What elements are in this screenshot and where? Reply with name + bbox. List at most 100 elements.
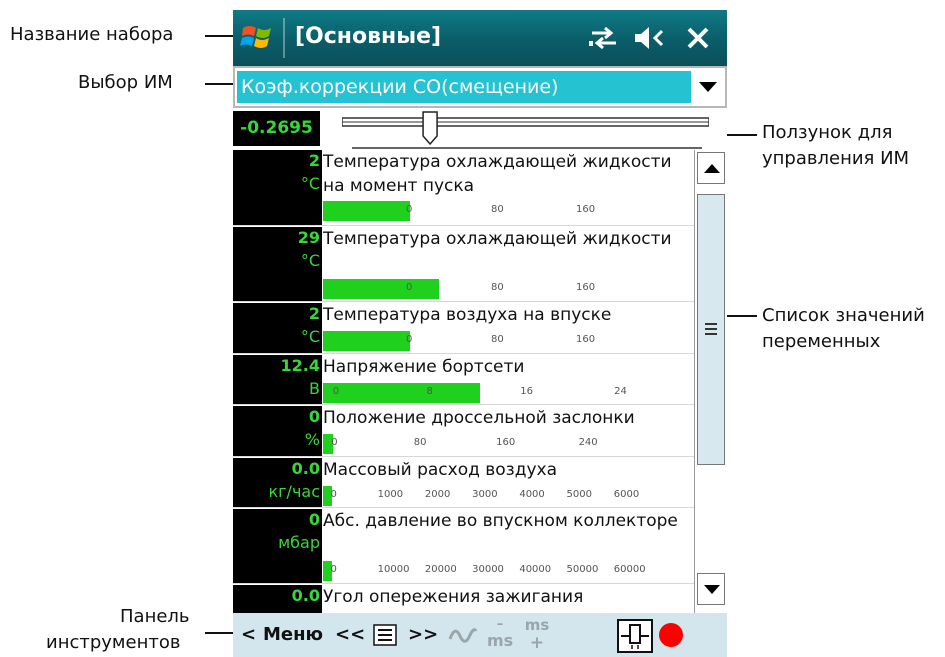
im-selector-value: Коэф.коррекции CO(смещение) bbox=[237, 71, 691, 103]
parameter-row[interactable]: 0 мбар Абс. давление во впускном коллектор… bbox=[233, 509, 694, 584]
title-separator bbox=[283, 18, 285, 58]
parameter-unit: % bbox=[304, 430, 320, 449]
gauge-tick-label: 40000 bbox=[519, 564, 552, 575]
grip-icon bbox=[705, 328, 717, 330]
parameter-name: Температура охлаждающей жидкости на моме… bbox=[323, 152, 672, 196]
prev-button[interactable]: << bbox=[335, 620, 365, 650]
gauge-tick-label: 3000 bbox=[472, 489, 498, 500]
parameter-unit: мбар bbox=[278, 533, 320, 552]
callout-toolbar-line1: Панель bbox=[120, 606, 190, 627]
parameter-value-cell: 0 мбар bbox=[233, 509, 322, 583]
parameter-gauge: 0 10000 20000 30000 40000 50000 60000 bbox=[323, 561, 693, 581]
parameter-value: 29 bbox=[297, 228, 320, 247]
callout-slider-line1: Ползунок для bbox=[762, 122, 893, 143]
parameter-row[interactable]: 0% Положение дроссельной заслонки 0 80 160 24… bbox=[233, 406, 694, 457]
parameter-name: Положение дроссельной заслонки bbox=[323, 408, 635, 428]
speaker-muted-icon[interactable] bbox=[633, 24, 665, 52]
gauge-tick-label: 16 bbox=[520, 386, 534, 397]
parameter-name: Напряжение бортсети bbox=[323, 357, 525, 377]
parameter-value-cell: 29 °C bbox=[233, 227, 322, 301]
callout-slider-line2: управления ИМ bbox=[762, 148, 910, 169]
ms-minus-bottom: ms bbox=[487, 631, 514, 650]
parameter-name: Массовый расход воздуха bbox=[323, 460, 557, 480]
gauge-tick-label: 24 bbox=[614, 386, 627, 397]
parameter-value-cell: 0.0 bbox=[233, 585, 322, 613]
arrow-up-icon bbox=[704, 164, 720, 173]
im-selector[interactable]: Коэф.коррекции CO(смещение) bbox=[233, 66, 727, 108]
gauge-tick-label: 20000 bbox=[424, 564, 457, 575]
callout-list-line2: переменных bbox=[762, 331, 881, 352]
scroll-up-button[interactable] bbox=[697, 152, 725, 184]
gauge-tick-label: 160 bbox=[576, 334, 596, 345]
gauge-tick-label: 80 bbox=[491, 282, 504, 293]
callout-set-name: Название набора bbox=[10, 24, 174, 45]
parameter-value-cell: 2 °C bbox=[233, 303, 322, 353]
parameter-name: Абс. давление во впускном коллекторе bbox=[323, 511, 678, 531]
gauge-tick-label: 0 bbox=[331, 437, 338, 448]
parameter-unit: °C bbox=[300, 251, 320, 270]
actuator-slider[interactable] bbox=[342, 110, 709, 150]
gauge-bar bbox=[323, 279, 439, 299]
gauge-tick-label: 80 bbox=[491, 204, 504, 215]
arrow-down-icon bbox=[704, 585, 720, 594]
ms-plus-button[interactable]: ms + bbox=[523, 616, 551, 654]
list-icon[interactable] bbox=[373, 624, 397, 646]
chevron-down-icon[interactable] bbox=[699, 82, 717, 92]
list-scrollbar[interactable] bbox=[694, 150, 727, 613]
gauge-tick-label: 30000 bbox=[472, 564, 504, 575]
gauge-tick-label: 80 bbox=[491, 334, 504, 345]
windows-start-icon[interactable] bbox=[240, 20, 274, 54]
grip-icon bbox=[705, 323, 717, 325]
parameter-value-cell: 2 °C bbox=[233, 150, 322, 225]
parameter-value: 0 bbox=[308, 407, 320, 426]
gauge-tick-label: 160 bbox=[496, 437, 516, 448]
gauge-tick-label: 10000 bbox=[377, 564, 410, 575]
parameter-row[interactable]: 0.0 Угол опережения зажигания bbox=[233, 585, 694, 613]
ms-minus-top: – bbox=[496, 617, 504, 632]
parameter-name: Температура воздуха на впуске bbox=[323, 305, 612, 325]
slider-thumb[interactable] bbox=[422, 111, 438, 146]
parameter-unit: °C bbox=[300, 327, 320, 346]
parameter-list: 2 °C Температура охлаждающей жидкости на м… bbox=[233, 150, 727, 613]
gauge-tick-label: 8 bbox=[426, 386, 433, 397]
actuator-control-icon[interactable] bbox=[617, 619, 653, 653]
actuator-value: -0.2695 bbox=[233, 111, 320, 146]
parameter-row[interactable]: 2 °C Температура воздуха на впуске 0 80 160 bbox=[233, 303, 694, 354]
parameter-value: 0.0 bbox=[291, 459, 320, 478]
parameter-value-cell: 12.4 В bbox=[233, 355, 322, 404]
parameter-row[interactable]: 2 °C Температура охлаждающей жидкости на м… bbox=[233, 150, 694, 226]
parameter-gauge: 0 80 160 bbox=[323, 279, 693, 299]
parameter-gauge: 0 80 160 240 bbox=[323, 434, 693, 454]
gauge-tick-label: 2000 bbox=[424, 489, 451, 500]
toolbar: < Меню << >> – ms ms + bbox=[233, 613, 727, 657]
ms-plus-top: ms bbox=[524, 616, 550, 634]
gauge-tick-label: 240 bbox=[578, 437, 598, 448]
waveform-icon[interactable] bbox=[448, 623, 478, 649]
parameter-gauge: 0 8 16 24 bbox=[323, 383, 693, 403]
gauge-tick-label: 1000 bbox=[377, 489, 404, 500]
scroll-down-button[interactable] bbox=[697, 573, 725, 605]
callout-toolbar-line2: инструментов bbox=[46, 632, 181, 653]
title-bar: [Основные] bbox=[233, 10, 727, 66]
close-icon[interactable] bbox=[685, 24, 711, 52]
menu-button[interactable]: Меню bbox=[263, 620, 323, 650]
gauge-tick-label: 80 bbox=[413, 437, 427, 448]
parameter-gauge: 0 1000 2000 3000 4000 5000 6000 bbox=[323, 486, 693, 506]
scroll-thumb[interactable] bbox=[697, 194, 725, 465]
gauge-tick-label: 160 bbox=[576, 204, 596, 215]
parameter-row[interactable]: 0.0 кг/час Массовый расход воздуха 0 1000 200… bbox=[233, 458, 694, 508]
parameter-unit: В bbox=[309, 379, 320, 398]
parameter-row[interactable]: 12.4 В Напряжение бортсети 0 8 16 24 bbox=[233, 355, 694, 405]
parameter-unit: кг/час bbox=[268, 482, 320, 501]
gauge-tick-label: 0 bbox=[406, 204, 413, 215]
next-button[interactable]: >> bbox=[408, 620, 438, 650]
back-button[interactable]: < bbox=[241, 620, 256, 650]
record-button[interactable] bbox=[659, 623, 683, 647]
ms-minus-button[interactable]: – ms bbox=[487, 618, 513, 654]
gauge-bar bbox=[323, 331, 411, 351]
gauge-tick-label: 0 bbox=[330, 489, 337, 500]
connection-icon[interactable] bbox=[588, 24, 620, 52]
gauge-tick-label: 0 bbox=[406, 334, 413, 345]
gauge-tick-label: 60000 bbox=[613, 564, 646, 575]
parameter-row[interactable]: 29 °C Температура охлаждающей жидкости 0 80 1… bbox=[233, 227, 694, 302]
